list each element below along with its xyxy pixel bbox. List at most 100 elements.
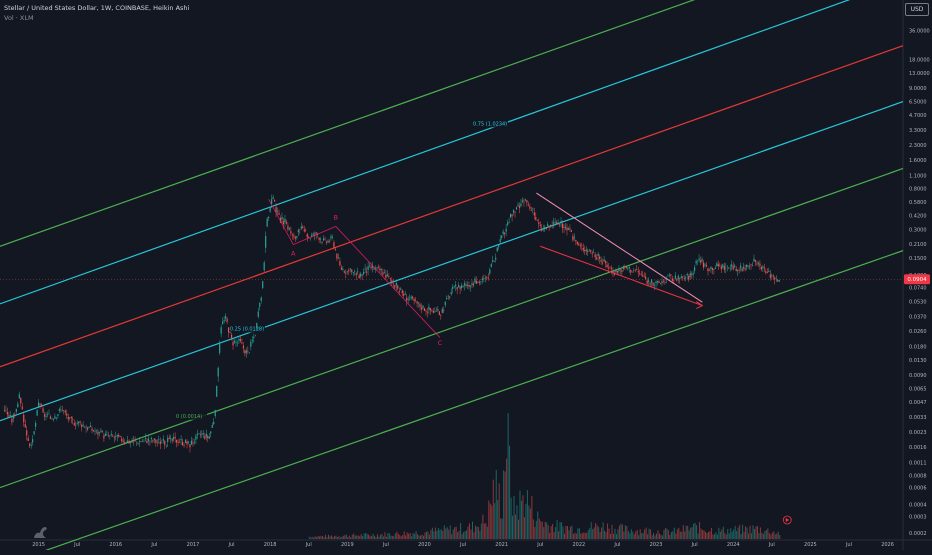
volume-bar [703,530,705,539]
candle-body [459,286,461,289]
tradingview-dino-icon[interactable] [32,524,50,540]
candle-body [738,269,740,271]
candle-body [187,441,190,443]
candle-body [561,223,564,229]
volume-bar [660,534,662,539]
candle-body [336,253,338,259]
volume-bar [651,535,653,539]
volume-bar [667,530,669,539]
candle-body [774,277,776,280]
candle-body [357,271,359,273]
candle-body [765,271,767,273]
candle-body [526,200,528,203]
candle-body [508,222,510,223]
currency-selector[interactable]: USD [905,3,929,16]
candle-body [560,221,562,223]
candle-body [204,436,206,439]
last-price-badge: 0.0904 [904,274,930,285]
candle-body [581,245,583,247]
wedge-arrow-head [696,301,704,309]
candle-body [545,228,547,230]
candle-body [214,410,216,416]
candle-body [662,280,665,282]
price-tick-label: 0.0004 [909,502,927,508]
candle-body [472,283,475,286]
candle-body [143,439,145,441]
candle-body [453,286,455,287]
volume-bar [415,531,417,539]
candle-body [153,438,155,440]
candle-body [686,273,688,276]
symbol-legend[interactable]: Stellar / United States Dollar, 1W, COIN… [4,4,189,12]
candle-body [676,278,678,281]
candle-body [524,199,527,201]
candle-body [173,437,175,440]
volume-bar [379,534,381,539]
candle-body [636,269,638,270]
candle-body [674,275,676,279]
price-tick-label: 2.3000 [909,143,927,149]
volume-bar [761,532,763,539]
volume-bar [749,525,751,539]
candle-body [731,264,733,267]
candle-body [734,265,736,267]
candle-body [541,228,543,231]
candle-body [407,299,409,301]
volume-bar [477,527,479,539]
candle-body [24,424,26,428]
candle-body [337,257,340,259]
volume-bar [647,534,649,539]
candle-body [616,270,619,273]
candle-body [426,311,429,313]
candle-body [668,274,670,276]
volume-bar [368,534,370,539]
volume-bar [552,523,554,539]
fib-channel: 0 (0.0014)0.25 (0.0128)0.75 (1.0234)1 (9… [0,0,904,555]
candle-body [536,220,538,221]
volume-bar [396,531,398,539]
candle-body [315,232,317,235]
volume-bar [681,531,683,539]
volume-bar [705,531,707,539]
candle-body [504,232,506,235]
volume-bar [480,523,482,539]
volume-bar [565,526,567,539]
volume-bar [433,531,435,539]
candle-body [119,435,121,437]
candle-body [714,267,717,269]
candle-body [305,229,307,231]
candle-body [271,199,273,204]
price-chart[interactable]: 0 (0.0014)0.25 (0.0128)0.75 (1.0234)1 (9… [0,0,932,555]
time-axis[interactable]: 2015 Jul 2016 Jul 2017 Jul 2018 Jul 2019 Jul 2020 J… [32,542,894,548]
fib-channel-line [0,0,696,247]
candle-body [46,414,49,416]
candle-body [523,201,525,203]
candle-body [465,284,467,286]
candle-body [20,398,22,404]
volume-bar [323,537,325,539]
volume-bar [645,527,647,539]
candle-body [428,306,430,310]
volume-bar [653,532,655,539]
candle-body [691,273,693,275]
chart-stage[interactable]: 0 (0.0014)0.25 (0.0128)0.75 (1.0234)1 (9… [0,0,932,555]
candle-body [312,233,314,236]
volume-bar [516,505,518,539]
candle-body [339,261,341,266]
candle-body [550,224,552,227]
volume-bar [730,528,732,539]
candle-body [634,269,636,271]
candle-body [434,310,436,312]
candle-body [355,273,357,276]
price-tick-label: 0.0023 [909,430,927,436]
candle-body [94,431,96,432]
volume-legend[interactable]: Vol · XLM [4,14,34,22]
candle-body [505,228,507,232]
candle-body [177,442,179,443]
candle-body [694,267,696,271]
candle-body [645,276,647,279]
candle-body [391,280,393,282]
time-tick-label: Jul [228,542,235,548]
volume-bar [420,535,422,539]
volume-bar [322,536,324,539]
